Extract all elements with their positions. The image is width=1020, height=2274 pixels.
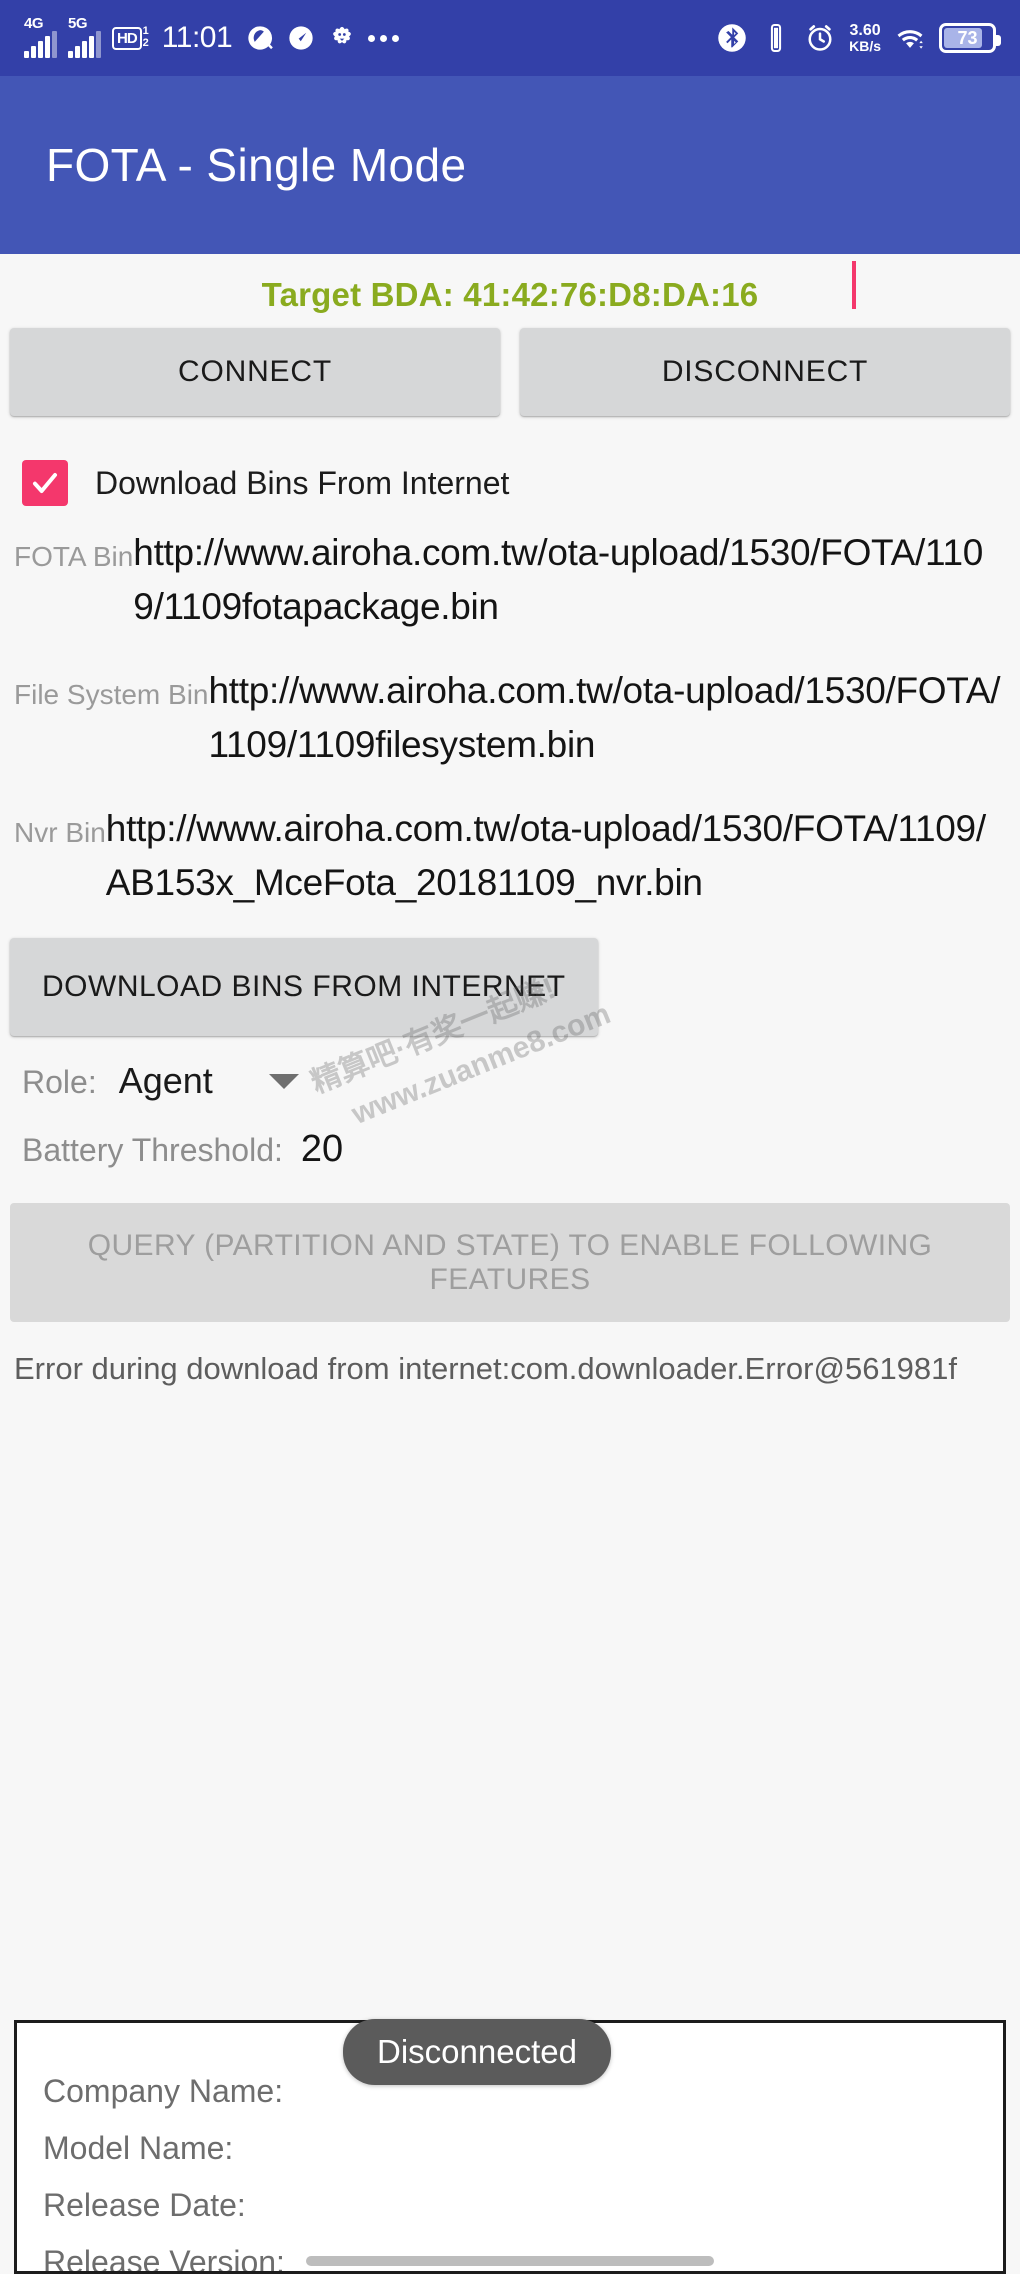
target-bda-label: Target BDA: 41:42:76:D8:DA:16 — [261, 276, 759, 313]
paw-icon — [327, 23, 357, 53]
disconnect-button[interactable]: DISCONNECT — [520, 328, 1010, 416]
fota-bin-label: FOTA Bin — [14, 541, 134, 572]
download-bins-button[interactable]: DOWNLOAD BINS FROM INTERNET — [10, 938, 598, 1036]
nvr-bin-input-box[interactable]: http://www.airoha.com.tw/ota-upload/1530… — [106, 802, 1010, 910]
network-speed-unit: KB/s — [849, 38, 881, 54]
download-bins-checkbox-label: Download Bins From Internet — [95, 464, 510, 501]
error-message: Error during download from internet:com.… — [14, 1351, 958, 1387]
network-speed-value: 3.60 — [849, 22, 881, 39]
navigation-gesture-bar[interactable] — [0, 2256, 1020, 2266]
signal-4g-label: 4G — [24, 14, 44, 32]
gesture-pill[interactable] — [306, 2256, 714, 2266]
file-system-bin-field-row[interactable]: File System Bin http://www.airoha.com.tw… — [0, 664, 1020, 772]
signal-5g-label: 5G — [68, 14, 88, 32]
role-label: Role: — [22, 1064, 97, 1100]
file-system-bin-input[interactable]: http://www.airoha.com.tw/ota-upload/1530… — [209, 670, 1001, 765]
status-bar-left: 4G 5G HD 1 2 11:01 — [24, 14, 400, 58]
battery-threshold-input-box[interactable]: 20 — [295, 1128, 349, 1171]
wifi-icon — [895, 23, 925, 53]
fota-bin-field-row[interactable]: FOTA Bin http://www.airoha.com.tw/ota-up… — [0, 526, 1020, 634]
app-bar: FOTA - Single Mode — [0, 76, 1020, 254]
signal-5g-icon: 5G — [68, 14, 101, 58]
query-button-wrap: QUERY (PARTITION AND STATE) TO ENABLE FO… — [0, 1171, 1020, 1323]
toast-message: Disconnected — [343, 2019, 611, 2085]
battery-percent-label: 73 — [957, 27, 978, 48]
app-root: 4G 5G HD 1 2 11:01 3.60 KB/s 73 FOTA - S… — [0, 0, 1020, 2274]
query-partition-state-button[interactable]: QUERY (PARTITION AND STATE) TO ENABLE FO… — [10, 1203, 1010, 1323]
connection-button-row: CONNECT DISCONNECT — [0, 328, 1020, 416]
overflow-dots-icon — [368, 34, 400, 42]
battery-threshold-label: Battery Threshold: — [22, 1132, 283, 1168]
fota-bin-input[interactable]: http://www.airoha.com.tw/ota-upload/1530… — [133, 532, 983, 627]
battery-icon: 73 — [939, 23, 1001, 53]
download-bins-checkbox-row[interactable]: Download Bins From Internet — [0, 416, 1020, 526]
page-title: FOTA - Single Mode — [46, 139, 467, 191]
text-cursor — [852, 261, 856, 309]
hd-voice-icon: HD 1 2 — [112, 26, 149, 50]
status-clock: 11:01 — [161, 21, 233, 54]
download-bins-checkbox[interactable] — [22, 460, 68, 506]
status-bar: 4G 5G HD 1 2 11:01 3.60 KB/s 73 — [0, 0, 1020, 76]
nvr-bin-field-row[interactable]: Nvr Bin http://www.airoha.com.tw/ota-upl… — [0, 261, 1020, 910]
chevron-down-icon[interactable] — [268, 1073, 299, 1089]
battery-threshold-input[interactable]: 20 — [295, 1128, 349, 1170]
nvr-bin-label: Nvr Bin — [14, 817, 106, 848]
alarm-clock-icon — [805, 23, 835, 53]
info-release-version: Release Version: — [43, 2244, 285, 2274]
status-bar-right: 3.60 KB/s 73 — [717, 22, 1001, 54]
fota-bin-input-box[interactable]: http://www.airoha.com.tw/ota-upload/1530… — [133, 526, 1010, 634]
bluetooth-icon — [717, 23, 747, 53]
file-system-bin-input-box[interactable]: http://www.airoha.com.tw/ota-upload/1530… — [209, 664, 1011, 772]
sim-slot-2: 2 — [142, 37, 149, 49]
sim-slot-indicator: 1 2 — [143, 26, 149, 49]
file-system-bin-label: File System Bin — [14, 679, 209, 710]
quark-icon — [245, 23, 275, 53]
nvr-bin-input[interactable]: http://www.airoha.com.tw/ota-upload/1530… — [106, 808, 986, 903]
info-model-name: Model Name: — [43, 2130, 234, 2166]
network-speed-indicator: 3.60 KB/s — [849, 22, 881, 54]
main-content: Target BDA: 41:42:76:D8:DA:16 CONNECT DI… — [0, 254, 1020, 1387]
battery-threshold-row[interactable]: Battery Threshold: 20 — [0, 1102, 1020, 1171]
signal-4g-icon: 4G — [24, 14, 57, 58]
role-selected-value[interactable]: Agent — [119, 1060, 213, 1102]
role-row[interactable]: Role: Agent — [0, 1036, 1020, 1102]
download-button-wrap: DOWNLOAD BINS FROM INTERNET — [0, 916, 1020, 1036]
connect-button[interactable]: CONNECT — [10, 328, 500, 416]
battery-bar-icon — [761, 23, 791, 53]
info-release-date: Release Date: — [43, 2187, 246, 2223]
speedometer-icon — [286, 23, 316, 53]
hd-label: HD — [112, 26, 142, 50]
